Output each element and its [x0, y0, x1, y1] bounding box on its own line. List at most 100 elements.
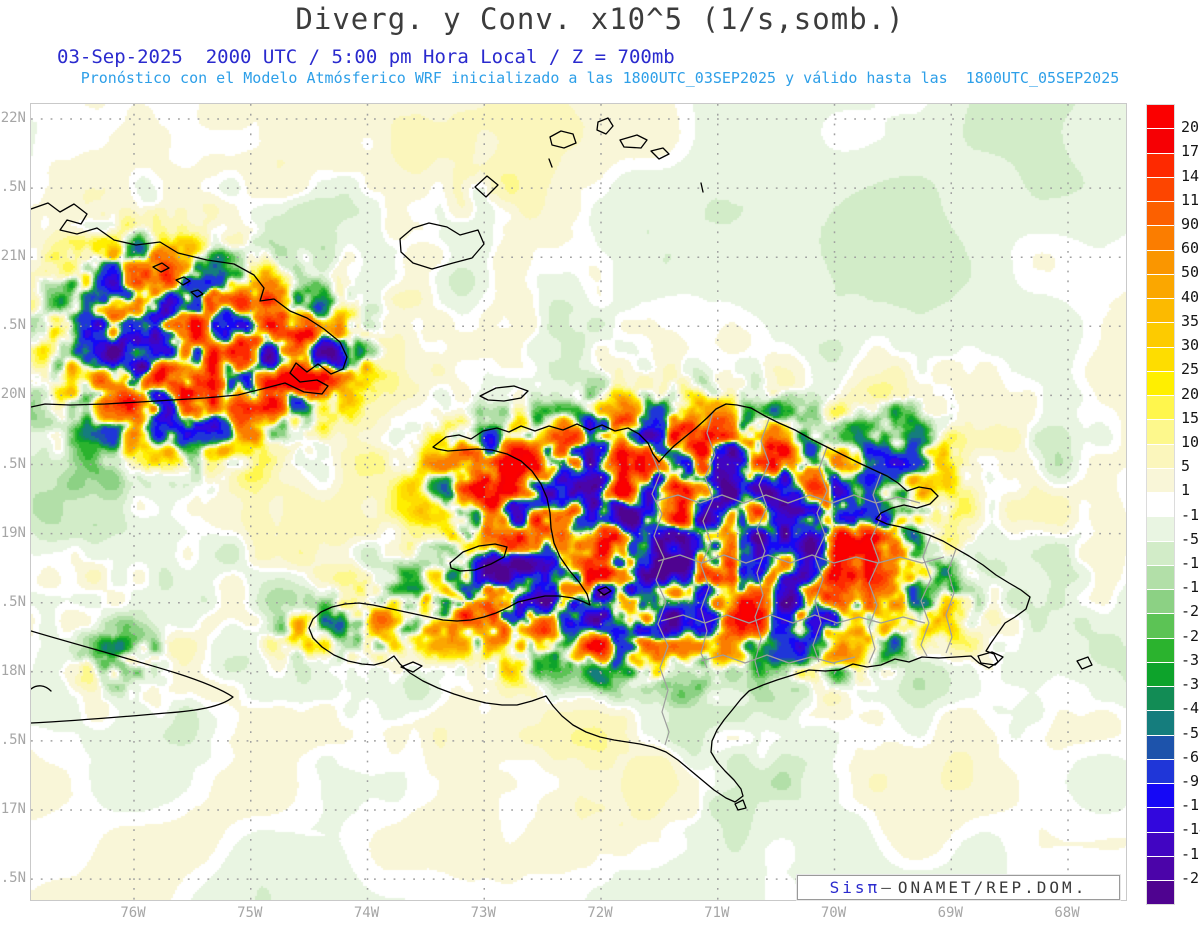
colorbar-cell [1147, 468, 1174, 493]
colorbar-tick-label: 110 [1181, 190, 1200, 209]
colorbar-tick-label: 90 [1181, 215, 1200, 234]
lat-label: 8.5N [0, 593, 26, 610]
colorbar-cell [1147, 759, 1174, 784]
colorbar-cell [1147, 177, 1174, 202]
colorbar-cell [1147, 371, 1174, 396]
credit-organization: ONAMET/REP.DOM. [897, 878, 1088, 897]
colorbar-tick-label: -200 [1181, 868, 1200, 887]
coastline-turks-caicos [548, 117, 704, 193]
coastline-cuba [31, 202, 348, 408]
lat-label: 18N [0, 662, 26, 679]
colorbar-tick-label: -5 [1181, 529, 1200, 548]
colorbar-cell [1147, 323, 1174, 348]
colorbar-tick-label: -50 [1181, 723, 1200, 742]
colorbar-cell [1147, 444, 1174, 469]
colorbar-tick-label: 30 [1181, 336, 1200, 355]
coastline-jamaica [31, 630, 234, 724]
colorbar-cell [1147, 129, 1174, 154]
coastline-mona [1076, 656, 1093, 670]
province-borders [651, 410, 957, 746]
colorbar-tick-label: 60 [1181, 239, 1200, 258]
colorbar-tick-label: 25 [1181, 360, 1200, 379]
colorbar-tick-label: -20 [1181, 602, 1200, 621]
colorbar-cell [1147, 832, 1174, 857]
colorbar-cell [1147, 226, 1174, 251]
lat-label: 7.5N [0, 731, 26, 748]
colorbar [1146, 104, 1175, 905]
coastline-little-inagua [474, 175, 499, 198]
coastline-jamaica-hook [31, 685, 52, 692]
lon-label: 75W [237, 905, 263, 921]
colorbar-cell [1147, 614, 1174, 639]
coastline-cuba-cays [152, 262, 204, 298]
lat-label: 9.5N [0, 455, 26, 472]
colorbar-cell [1147, 153, 1174, 178]
colorbar-cell [1147, 590, 1174, 615]
colorbar-tick-label: -35 [1181, 675, 1200, 694]
border-path [812, 446, 828, 663]
lat-label: 6.5N [0, 870, 26, 887]
colorbar-cell [1147, 274, 1174, 299]
colorbar-tick-label: 15 [1181, 408, 1200, 427]
border-path [700, 654, 856, 664]
colorbar-cell [1147, 420, 1174, 445]
lat-label: 20N [0, 386, 26, 403]
coastline-saona [977, 651, 1004, 666]
map-overlay [31, 104, 1126, 900]
colorbar-tick-label: -110 [1181, 796, 1200, 815]
lon-label: 73W [470, 905, 496, 921]
colorbar-cell [1147, 202, 1174, 227]
lon-label: 68W [1054, 905, 1080, 921]
border-path [700, 410, 716, 669]
credit-box: Sisπ – ONAMET/REP.DOM. [797, 875, 1120, 900]
colorbar-tick-label: -90 [1181, 771, 1200, 790]
border-path [660, 614, 926, 624]
lat-label: 0.5N [0, 317, 26, 334]
grid-lines [31, 104, 1126, 900]
colorbar-tick-label: 20 [1181, 384, 1200, 403]
colorbar-cell [1147, 541, 1174, 566]
credit-separator: – [881, 878, 894, 897]
colorbar-cell [1147, 735, 1174, 760]
lon-label: 72W [587, 905, 613, 921]
colorbar-tick-label: 170 [1181, 142, 1200, 161]
colorbar-cell [1147, 250, 1174, 275]
colorbar-tick-label: -170 [1181, 844, 1200, 863]
border-path [920, 534, 932, 657]
border-path [754, 418, 770, 678]
coastline-gonave [449, 543, 508, 572]
coastline-great-inagua [399, 222, 485, 270]
map-frame [30, 103, 1127, 901]
colorbar-cell [1147, 856, 1174, 881]
colorbar-tick-label: 200 [1181, 118, 1200, 137]
colorbar-tick-label: -60 [1181, 747, 1200, 766]
colorbar-cell [1147, 638, 1174, 663]
colorbar-tick-label: -40 [1181, 699, 1200, 718]
subtitle-datetime: 03-Sep-2025 2000 UTC / 5:00 pm Hora Loca… [57, 46, 675, 68]
colorbar-tick-label: -25 [1181, 626, 1200, 645]
colorbar-tick-label: 35 [1181, 311, 1200, 330]
colorbar-cell [1147, 784, 1174, 809]
coastline-tortuga [479, 385, 529, 402]
lat-label: 22N [0, 110, 26, 126]
colorbar-tick-label: -30 [1181, 650, 1200, 669]
subtitle-model: Pronóstico con el Modelo Atmósferico WRF… [80, 69, 1120, 87]
colorbar-tick-label: -15 [1181, 578, 1200, 597]
coastline-pap-islet [597, 586, 612, 596]
colorbar-tick-label: 1 [1181, 481, 1191, 500]
lat-label: 1.5N [0, 179, 26, 196]
colorbar-tick-label: -1 [1181, 505, 1200, 524]
colorbar-cell [1147, 493, 1174, 518]
page-title: Diverg. y Conv. x10^5 (1/s,somb.) [295, 2, 905, 36]
wrf-divergence-map-page: Diverg. y Conv. x10^5 (1/s,somb.) 03-Sep… [0, 0, 1200, 927]
colorbar-tick-label: -140 [1181, 820, 1200, 839]
colorbar-tick-label: -10 [1181, 554, 1200, 573]
lon-label: 69W [937, 905, 963, 921]
credit-system: Sisπ [829, 878, 881, 897]
colorbar-cell [1147, 299, 1174, 324]
colorbar-cell [1147, 662, 1174, 687]
lat-label: 19N [0, 524, 26, 541]
colorbar-cell [1147, 396, 1174, 421]
colorbar-tick-label: 40 [1181, 287, 1200, 306]
colorbar-cell [1147, 711, 1174, 736]
